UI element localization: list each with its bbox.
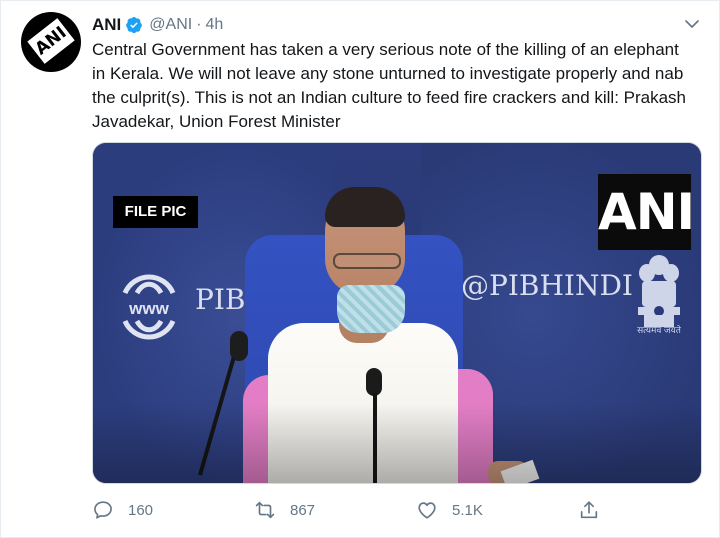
bottom-shade (93, 403, 701, 483)
like-count: 5.1K (452, 501, 483, 519)
speaker-face-mask (337, 285, 405, 333)
reply-icon (94, 501, 112, 519)
like-button[interactable]: 5.1K (416, 497, 483, 523)
author-handle[interactable]: @ANI (149, 16, 192, 34)
chevron-down-icon[interactable] (683, 15, 701, 33)
left-mic (230, 331, 248, 361)
emblem-caption: सत्यमेव जयते (637, 325, 681, 335)
header-separator: · (196, 16, 202, 33)
reply-count: 160 (128, 501, 154, 519)
globe-www-label: www (128, 299, 169, 318)
speaker-glasses (333, 253, 401, 269)
tweet-timestamp[interactable]: 4h (206, 16, 224, 34)
backdrop-right-text: @PIBHINDI (461, 269, 633, 302)
share-icon (580, 501, 598, 519)
author-name[interactable]: ANI (92, 15, 121, 35)
avatar-logo-text: ANI (31, 22, 71, 60)
tweet-media-image[interactable]: www PIB.( @PIBHINDI सत्यमेव जयते FILE PI… (92, 142, 702, 484)
heart-icon (418, 502, 436, 519)
ani-watermark: ANI (598, 174, 695, 250)
reply-button[interactable]: 160 (92, 497, 153, 523)
retweet-button[interactable]: 867 (254, 497, 315, 523)
verified-badge-icon (126, 17, 143, 34)
file-pic-label: FILE PIC (113, 196, 198, 228)
tweet-actions: 160 867 5.1K (92, 497, 612, 523)
avatar[interactable]: ANI (21, 12, 81, 72)
retweet-icon (255, 501, 275, 519)
tweet-header: ANI @ANI · 4h (92, 14, 223, 36)
tweet-text: Central Government has taken a very seri… (92, 40, 687, 131)
tweet-card[interactable]: ANI ANI @ANI · 4h Central Government has… (0, 0, 720, 538)
speaker-hair (325, 187, 405, 227)
share-button[interactable] (578, 497, 600, 523)
retweet-count: 867 (290, 501, 316, 519)
center-mic (366, 368, 382, 396)
globe-icon: www (122, 274, 176, 340)
